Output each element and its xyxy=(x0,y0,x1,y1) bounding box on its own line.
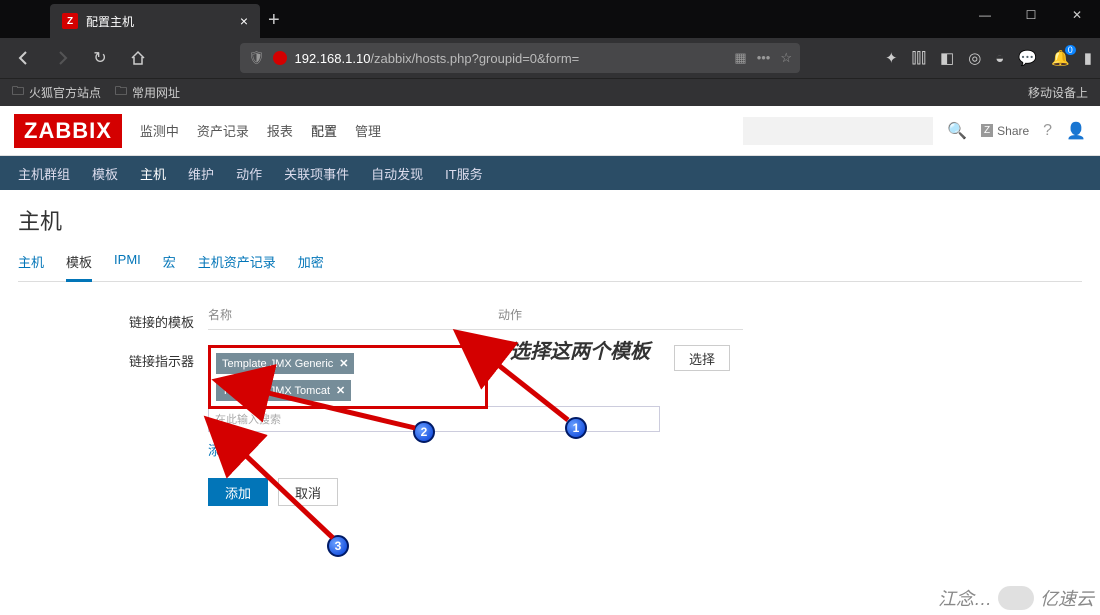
zabbix-header: ZABBIX 监测中 资产记录 报表 配置 管理 🔍 ZShare ? 👤 xyxy=(0,106,1100,156)
new-tab-button[interactable]: + xyxy=(268,9,280,32)
subnav-hostgroups[interactable]: 主机群组 xyxy=(18,164,70,183)
extension-icon[interactable]: ✦ xyxy=(885,49,898,67)
tab-encryption[interactable]: 加密 xyxy=(298,252,324,281)
sub-nav: 主机群组 模板 主机 维护 动作 关联项事件 自动发现 IT服务 xyxy=(0,156,1100,190)
cloud-icon xyxy=(998,586,1034,610)
tab-title: 配置主机 xyxy=(86,13,134,30)
more-icon[interactable]: ••• xyxy=(757,50,771,66)
shield-icon: 🛡 xyxy=(248,50,265,66)
reader-icon[interactable]: ▦ xyxy=(734,50,746,66)
linked-templates-label: 链接的模板 xyxy=(18,306,208,331)
bookmark-item[interactable]: 🗀火狐官方站点 xyxy=(12,82,101,103)
subnav-correlation[interactable]: 关联项事件 xyxy=(284,164,349,183)
user-icon[interactable]: 👤 xyxy=(1066,121,1086,141)
nav-inventory[interactable]: 资产记录 xyxy=(197,121,249,140)
home-button[interactable] xyxy=(122,42,154,74)
annotation-marker-2: 2 xyxy=(413,421,435,443)
template-tag[interactable]: Template JMX Generic✕ xyxy=(216,353,354,374)
app-menu-icon[interactable]: ▮ xyxy=(1084,49,1092,67)
tab-macros[interactable]: 宏 xyxy=(163,252,176,281)
link-indicator-label: 链接指示器 xyxy=(18,345,208,460)
account-icon[interactable]: ◎ xyxy=(968,49,981,67)
window-maximize[interactable]: ☐ xyxy=(1008,0,1054,30)
browser-tab[interactable]: Z 配置主机 × xyxy=(50,4,260,38)
page-title: 主机 xyxy=(18,204,1082,236)
tab-templates[interactable]: 模板 xyxy=(66,252,92,282)
subnav-templates[interactable]: 模板 xyxy=(92,164,118,183)
annotation-marker-3: 3 xyxy=(327,535,349,557)
browser-toolbar: ↻ 🛡 192.168.1.10/zabbix/hosts.php?groupi… xyxy=(0,38,1100,78)
close-tab-icon[interactable]: × xyxy=(240,13,248,29)
nav-administration[interactable]: 管理 xyxy=(355,121,381,140)
window-minimize[interactable]: — xyxy=(962,0,1008,30)
annotation-marker-1: 1 xyxy=(565,417,587,439)
url-bar[interactable]: 🛡 192.168.1.10/zabbix/hosts.php?groupid=… xyxy=(240,43,800,73)
annotation-hint: 选择这两个模板 xyxy=(510,335,650,364)
remove-tag-icon[interactable]: ✕ xyxy=(339,357,348,370)
remove-tag-icon[interactable]: ✕ xyxy=(336,384,345,397)
subnav-discovery[interactable]: 自动发现 xyxy=(371,164,423,183)
bookmarks-bar: 🗀火狐官方站点 🗀常用网址 移动设备上 xyxy=(0,78,1100,106)
col-action: 动作 xyxy=(498,306,522,323)
url-text: 192.168.1.10/zabbix/hosts.php?groupid=0&… xyxy=(295,51,727,66)
nav-configuration[interactable]: 配置 xyxy=(311,121,337,140)
site-favicon xyxy=(273,51,287,65)
protections-icon[interactable]: ◒ xyxy=(995,50,1004,67)
back-button[interactable] xyxy=(8,42,40,74)
chat-icon[interactable]: 💬 xyxy=(1018,49,1037,67)
col-name: 名称 xyxy=(208,306,498,323)
watermark-brand: 亿速云 xyxy=(1040,585,1094,611)
subnav-itservices[interactable]: IT服务 xyxy=(445,164,483,183)
top-nav: 监测中 资产记录 报表 配置 管理 xyxy=(140,121,381,140)
search-icon[interactable]: 🔍 xyxy=(947,121,967,141)
folder-icon: 🗀 xyxy=(12,82,24,103)
form-tabs: 主机 模板 IPMI 宏 主机资产记录 加密 xyxy=(18,252,1082,282)
watermark: 江念… 亿速云 xyxy=(938,585,1094,611)
cancel-button[interactable]: 取消 xyxy=(278,478,338,506)
browser-titlebar: Z 配置主机 × + — ☐ ✕ xyxy=(0,0,1100,38)
submit-button[interactable]: 添加 xyxy=(208,478,268,506)
reload-button[interactable]: ↻ xyxy=(84,42,116,74)
bookmark-icon[interactable]: ☆ xyxy=(780,50,792,66)
tab-host[interactable]: 主机 xyxy=(18,252,44,281)
linked-header: 名称 动作 xyxy=(208,306,743,330)
window-close[interactable]: ✕ xyxy=(1054,0,1100,30)
nav-reports[interactable]: 报表 xyxy=(267,121,293,140)
subnav-hosts[interactable]: 主机 xyxy=(140,164,166,193)
sidebar-icon[interactable]: ◧ xyxy=(940,49,954,67)
library-icon[interactable]: ⫿⫿⫿ xyxy=(912,50,926,67)
add-link[interactable]: 添加 xyxy=(208,440,234,459)
subnav-maintenance[interactable]: 维护 xyxy=(188,164,214,183)
share-link[interactable]: ZShare xyxy=(981,124,1029,138)
zabbix-logo[interactable]: ZABBIX xyxy=(14,114,122,148)
template-tag[interactable]: Template JMX Tomcat✕ xyxy=(216,380,351,401)
folder-icon: 🗀 xyxy=(115,82,127,103)
select-button[interactable]: 选择 xyxy=(674,345,730,371)
search-input[interactable] xyxy=(743,117,933,145)
forward-button xyxy=(46,42,78,74)
help-icon[interactable]: ? xyxy=(1043,122,1052,140)
watermark-author: 江念… xyxy=(938,585,992,611)
zabbix-favicon: Z xyxy=(62,13,78,29)
tab-ipmi[interactable]: IPMI xyxy=(114,252,141,281)
tab-inventory[interactable]: 主机资产记录 xyxy=(198,252,276,281)
nav-monitoring[interactable]: 监测中 xyxy=(140,121,179,140)
subnav-actions[interactable]: 动作 xyxy=(236,164,262,183)
notification-icon[interactable]: 🔔0 xyxy=(1051,49,1070,67)
template-selector[interactable]: Template JMX Generic✕ Template JMX Tomca… xyxy=(208,345,488,409)
bookmark-item[interactable]: 🗀常用网址 xyxy=(115,82,180,103)
mobile-hint[interactable]: 移动设备上 xyxy=(1028,84,1088,101)
